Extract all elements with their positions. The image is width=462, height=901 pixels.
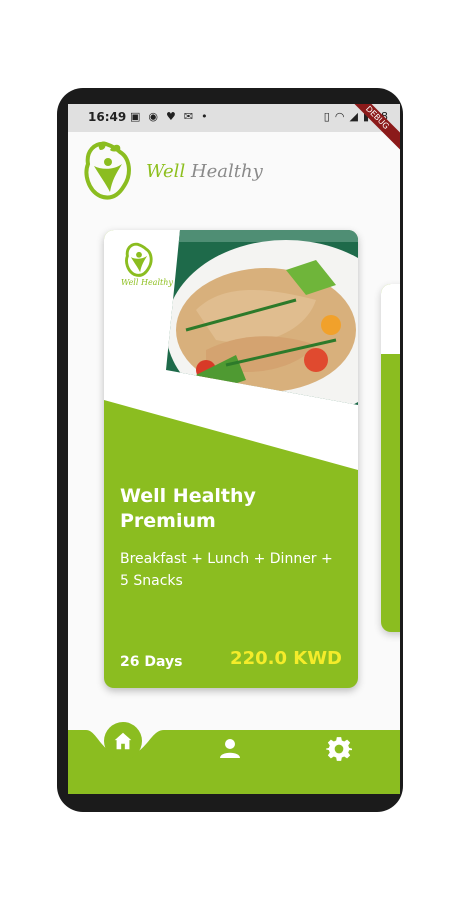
pinterest-icon: ◉ bbox=[148, 110, 159, 123]
meal-photo bbox=[166, 230, 358, 405]
card-logo-icon bbox=[125, 242, 153, 277]
app-screen: 16:49 ▣ ◉ ♥ ✉ • ▯ ◠ ◢ ▮ 68 DEBUG Well He… bbox=[68, 104, 400, 794]
notification-icons: ▣ ◉ ♥ ✉ • bbox=[130, 110, 208, 123]
next-card-top bbox=[381, 284, 400, 354]
well-healthy-logo bbox=[84, 141, 131, 200]
plan-card[interactable]: Well Healthy Well Healthy Premium Breakf… bbox=[104, 230, 358, 688]
status-time: 16:49 bbox=[88, 110, 127, 124]
wifi-icon: ◠ bbox=[334, 110, 345, 123]
gmail-icon: ✉ bbox=[183, 110, 194, 123]
card-logo-text: Well Healthy bbox=[121, 278, 173, 287]
brand-name: Well Healthy bbox=[146, 161, 263, 182]
plan-meals: Breakfast + Lunch + Dinner + 5 Snacks bbox=[120, 551, 333, 589]
next-plan-card-peek[interactable] bbox=[381, 284, 400, 632]
plan-duration: 26 Days bbox=[120, 654, 183, 670]
vibrate-icon: ▯ bbox=[323, 110, 330, 123]
nav-home-button[interactable] bbox=[104, 722, 142, 760]
gear-icon[interactable] bbox=[326, 736, 352, 762]
sim-icon: ▣ bbox=[130, 110, 141, 123]
home-icon bbox=[114, 732, 132, 750]
heart-icon: ♥ bbox=[166, 110, 176, 123]
plan-title: Well Healthy Premium bbox=[120, 485, 256, 532]
signal-icon: ◢ bbox=[349, 110, 358, 123]
status-bar: 16:49 ▣ ◉ ♥ ✉ • ▯ ◠ ◢ ▮ 68 DEBUG bbox=[68, 104, 400, 155]
person-icon[interactable] bbox=[218, 736, 242, 760]
dot-icon: • bbox=[201, 110, 208, 123]
plan-price: 220.0 KWD bbox=[230, 648, 342, 669]
